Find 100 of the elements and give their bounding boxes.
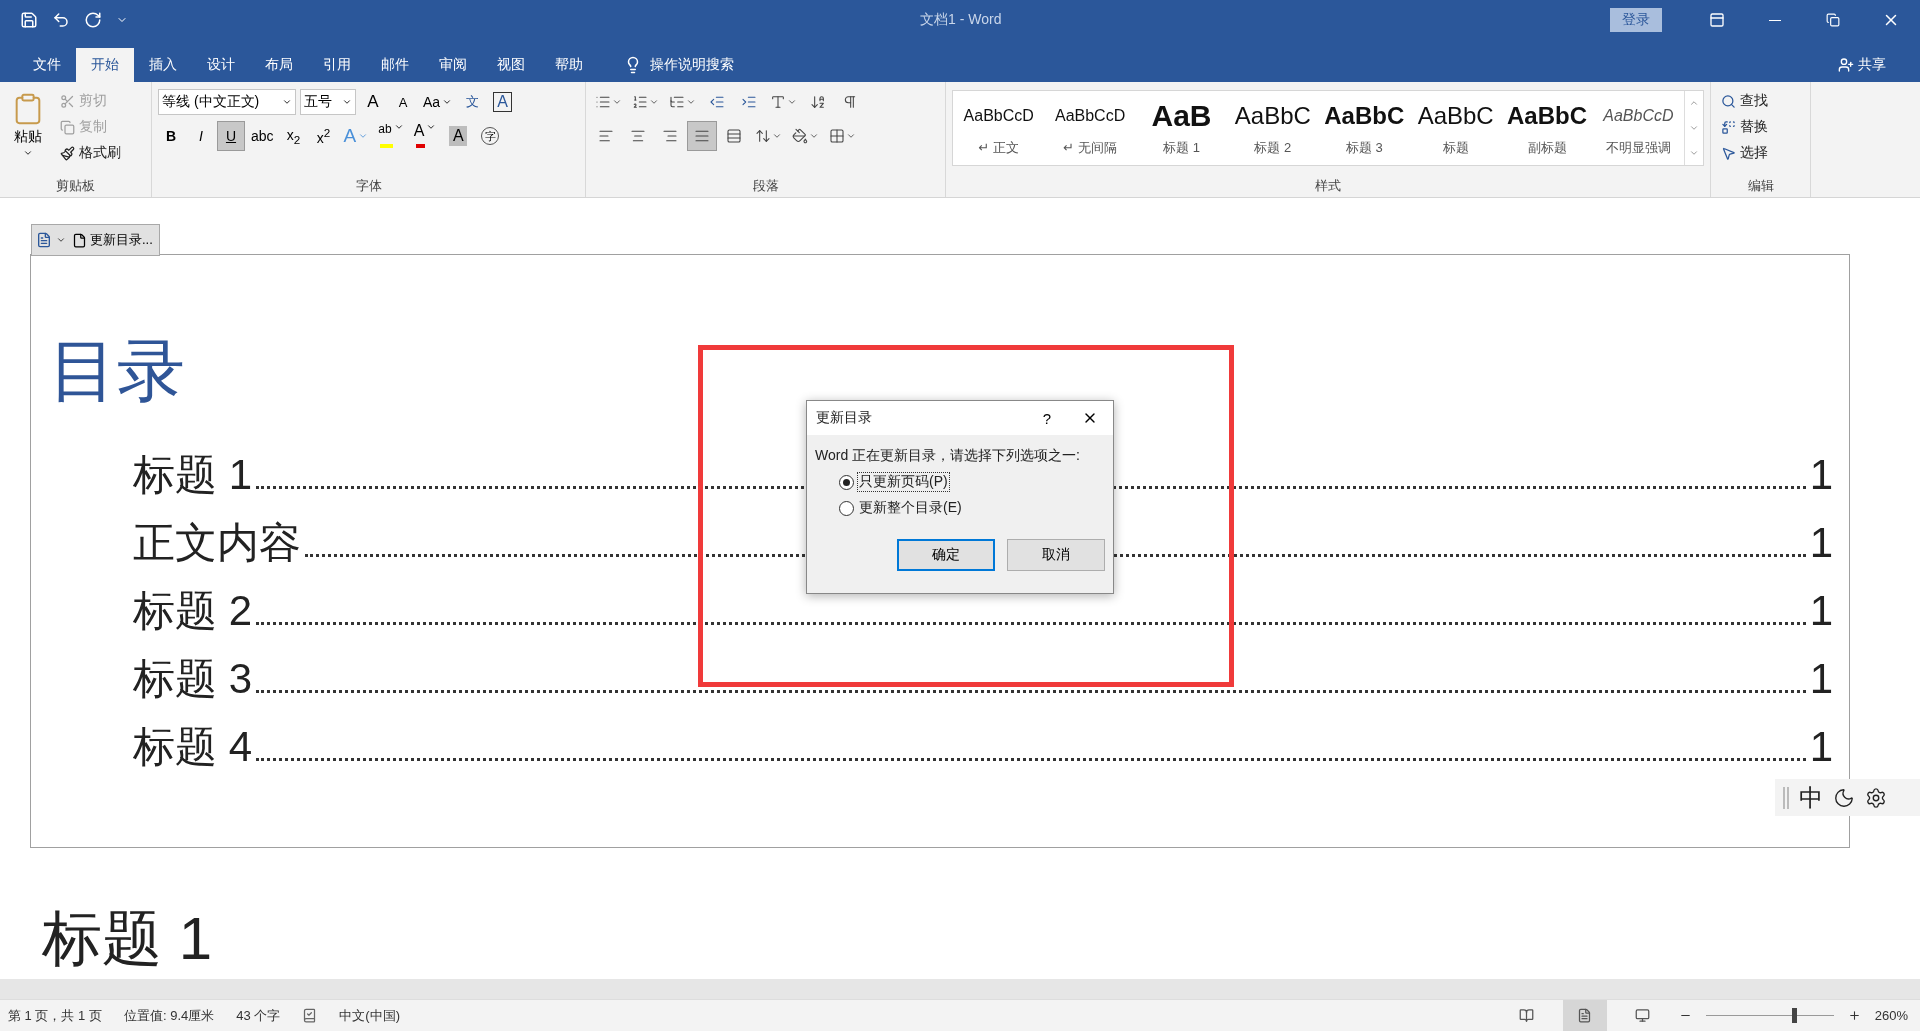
tell-me-search[interactable]: 操作说明搜索: [618, 48, 740, 82]
dropdown-caret-icon: [426, 122, 437, 132]
type-icon: [770, 94, 786, 110]
page-number: 1: [1809, 519, 1833, 567]
dialog-message: Word 正在更新目录，请选择下列选项之一:: [815, 447, 1081, 465]
ribbon-tab[interactable]: 文件: [18, 48, 76, 82]
login-button[interactable]: 登录: [1610, 8, 1662, 32]
ribbon-tab[interactable]: 视图: [482, 48, 540, 82]
toc-menu-icon[interactable]: [36, 232, 52, 248]
bullet-list-icon: [595, 94, 611, 110]
share-button[interactable]: 共享: [1832, 48, 1892, 82]
ribbon-tab[interactable]: 插入: [134, 48, 192, 82]
toc-entry: 标题 1: [133, 450, 253, 500]
zoom-in-icon[interactable]: [1847, 1009, 1861, 1022]
format-button[interactable]: x$^{2}$: [310, 122, 337, 150]
dropdown-caret-icon: [342, 97, 352, 107]
ribbon-tab[interactable]: 设计: [192, 48, 250, 82]
font-name-field[interactable]: 等线 (中文正文): [158, 89, 296, 115]
tree-list-icon: [669, 94, 685, 110]
style-item[interactable]: AaB 标题 1: [1135, 91, 1228, 165]
painter-button[interactable]: 格式刷: [56, 140, 125, 166]
format-button[interactable]: x$_{2}$: [280, 122, 307, 150]
group-label: 段落: [751, 177, 780, 195]
dropdown-caret-icon: [612, 97, 622, 107]
phonetic-button[interactable]: 文: [459, 88, 486, 116]
undo-icon[interactable]: [52, 11, 70, 29]
input-mode-button[interactable]: 中: [1799, 781, 1823, 814]
line-spacing-icon: [755, 128, 771, 144]
ribbon-tab[interactable]: 开始: [76, 48, 134, 82]
dropdown-caret-icon: [358, 131, 369, 141]
update-toc-button[interactable]: 更新目录...: [70, 231, 155, 249]
grow-button[interactable]: A: [360, 88, 386, 116]
radio-label[interactable]: 只更新页码(P): [858, 473, 949, 491]
print-layout-button[interactable]: [1562, 1000, 1607, 1031]
style-item[interactable]: AaBbC 标题 2: [1227, 91, 1319, 165]
dropdown-caret-icon: [686, 97, 696, 107]
page-icon: [1577, 1008, 1593, 1023]
language-status[interactable]: 中文(中国): [339, 1006, 400, 1025]
status-item: 第 1 页，共 1 页: [8, 1006, 102, 1025]
style-item[interactable]: AaBbC 标题 3: [1318, 91, 1410, 165]
zoom-level[interactable]: 260%: [1874, 1008, 1908, 1023]
dialog-button[interactable]: 取消: [1007, 539, 1105, 571]
dropdown-caret-icon: [442, 97, 453, 107]
search-icon: [1721, 93, 1736, 109]
dropdown-caret-icon[interactable]: [56, 235, 66, 245]
shrink-button[interactable]: A: [390, 88, 416, 116]
ribbon-tab[interactable]: 邮件: [366, 48, 424, 82]
replace-button[interactable]: 替换: [1717, 114, 1772, 140]
border-button[interactable]: A: [493, 92, 512, 112]
format-button[interactable]: B: [158, 122, 184, 150]
color-button[interactable]: A: [410, 122, 440, 150]
case-button[interactable]: Aa: [420, 88, 456, 116]
group-label: 剪贴板: [55, 177, 96, 195]
style-item[interactable]: AaBbCcD ↵ 正文: [953, 91, 1045, 165]
find-button[interactable]: 查找: [1717, 88, 1772, 114]
format-button[interactable]: abc: [248, 122, 277, 150]
heading-text: 标题 1: [42, 904, 213, 974]
dialog-title: 更新目录: [816, 409, 873, 427]
style-item[interactable]: AaBbCcD ↵ 无间隔: [1044, 91, 1136, 165]
style-item[interactable]: AaBbC 副标题: [1501, 91, 1593, 165]
user-icon: [1838, 57, 1854, 73]
settings-icon[interactable]: [1865, 786, 1887, 809]
dropdown-caret-icon: [846, 131, 856, 141]
dialog-button[interactable]: 确定: [897, 539, 995, 571]
align-icon: [598, 128, 614, 144]
zoom-thumb[interactable]: [1792, 1008, 1798, 1023]
scissors-icon: [60, 93, 75, 109]
align-button[interactable]: [688, 122, 716, 150]
select-button[interactable]: 选择: [1717, 140, 1772, 166]
status-item: 43 个字: [236, 1006, 281, 1025]
format-button[interactable]: I: [188, 122, 214, 150]
highlight-button[interactable]: ab: [375, 122, 407, 150]
format-button[interactable]: U: [218, 122, 244, 150]
redo-icon[interactable]: [84, 11, 102, 29]
proofing-icon[interactable]: [302, 1008, 318, 1023]
align-icon: [694, 128, 710, 144]
toc-entry: 标题 4: [133, 722, 253, 772]
radio-button[interactable]: [839, 500, 854, 516]
paint-bucket-icon: [792, 128, 808, 144]
save-icon[interactable]: [20, 11, 38, 29]
style-item[interactable]: AaBbC 标题: [1409, 91, 1502, 165]
font-size-field[interactable]: 五号: [300, 89, 356, 115]
grip-icon[interactable]: [1783, 786, 1789, 809]
ribbon-tab[interactable]: 帮助: [540, 48, 598, 82]
group-label: 字体: [354, 177, 383, 195]
pointer-icon: [1721, 145, 1736, 161]
status-item: 位置值: 9.4厘米: [123, 1006, 215, 1025]
shading-button[interactable]: A: [449, 126, 468, 146]
align-icon: [662, 128, 678, 144]
paste-button[interactable]: 粘贴: [6, 88, 50, 175]
style-item[interactable]: AaBbCcD 不明显强调: [1592, 91, 1685, 165]
ribbon-tab[interactable]: 审阅: [424, 48, 482, 82]
radio-button[interactable]: [839, 474, 854, 490]
radio-label[interactable]: 更新整个目录(E): [858, 499, 963, 517]
toc-title: 目录: [49, 331, 186, 410]
copy-icon: [60, 119, 75, 135]
ribbon-tab[interactable]: 引用: [308, 48, 366, 82]
help-button[interactable]: ?: [1027, 408, 1067, 428]
ribbon-tab[interactable]: 布局: [250, 48, 308, 82]
moon-icon[interactable]: [1833, 786, 1855, 809]
